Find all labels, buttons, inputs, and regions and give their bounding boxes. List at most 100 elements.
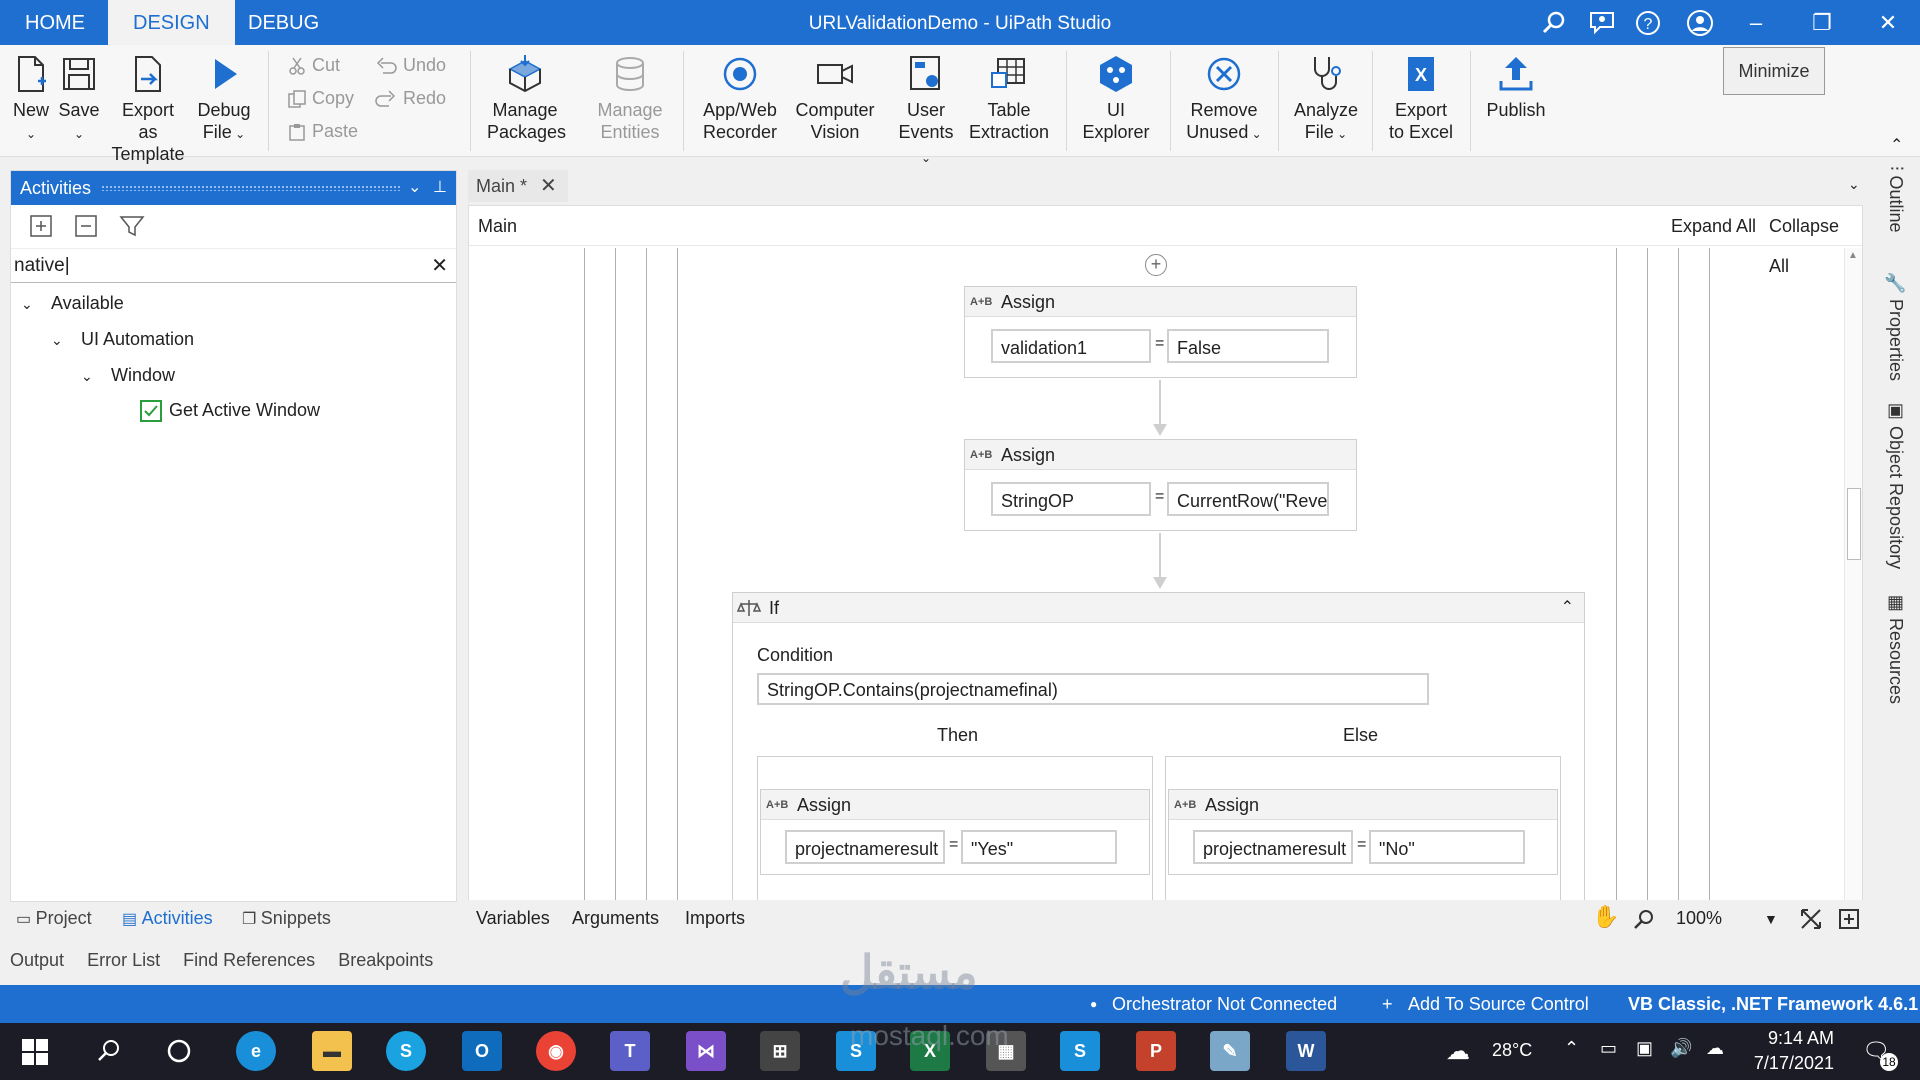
outlook-icon[interactable]: O	[462, 1031, 502, 1071]
else-assign-activity[interactable]: A+B Assign projectnameresult = "No"	[1168, 789, 1558, 875]
tray-chevron-icon[interactable]: ⌃	[1564, 1038, 1579, 1059]
temperature[interactable]: 28°C	[1492, 1040, 1532, 1061]
computer-vision-button[interactable]: Computer Vision	[792, 53, 878, 143]
tab-variables[interactable]: Variables	[476, 908, 550, 929]
teams-icon[interactable]: T	[610, 1031, 650, 1071]
rail-resources[interactable]: ▦ Resources	[1885, 592, 1907, 704]
rail-outline[interactable]: ⫶ Outline	[1885, 166, 1906, 233]
assign-value-field[interactable]: "No"	[1369, 830, 1525, 864]
store-icon[interactable]: ⊞	[760, 1031, 800, 1071]
remove-unused-button[interactable]: Remove Unused ⌄	[1185, 53, 1263, 145]
panel-dropdown-icon[interactable]: ⌄	[408, 171, 421, 205]
onedrive-icon[interactable]: ☁	[1706, 1038, 1724, 1059]
breadcrumb[interactable]: Main	[478, 206, 517, 246]
new-button[interactable]: New ⌄	[10, 53, 52, 145]
then-assign-activity[interactable]: A+B Assign projectnameresult = "Yes"	[760, 789, 1150, 875]
uipath-studio-icon[interactable]: S	[1060, 1031, 1100, 1071]
windows-start-icon[interactable]	[22, 1039, 48, 1065]
feedback-icon[interactable]	[1588, 9, 1616, 37]
export-to-excel-button[interactable]: X Export to Excel	[1385, 53, 1457, 143]
document-tab-main[interactable]: Main * ✕	[468, 170, 568, 202]
framework-status[interactable]: VB Classic, .NET Framework 4.6.1	[1628, 985, 1918, 1023]
assign-value-field[interactable]: False	[1167, 329, 1329, 363]
table-extraction-button[interactable]: Table Extraction	[965, 53, 1053, 143]
battery-icon[interactable]: ▭	[1600, 1038, 1617, 1059]
clock-time[interactable]: 9:14 AM	[1754, 1028, 1834, 1049]
account-icon[interactable]	[1686, 9, 1714, 37]
tree-item-ui-automation[interactable]: ⌄ UI Automation	[51, 328, 194, 351]
assign-to-field[interactable]: projectnameresult	[1193, 830, 1353, 864]
close-tab-icon[interactable]: ✕	[540, 175, 557, 197]
file-explorer-icon[interactable]: ▬	[312, 1031, 352, 1071]
paste-button[interactable]: Paste	[288, 121, 358, 142]
assign-to-field[interactable]: StringOP	[991, 482, 1151, 516]
orchestrator-status[interactable]: Orchestrator Not Connected	[1112, 985, 1337, 1023]
clock-date[interactable]: 7/17/2021	[1744, 1053, 1834, 1074]
help-icon[interactable]: ?	[1634, 9, 1662, 37]
add-to-source-control[interactable]: Add To Source Control	[1408, 985, 1589, 1023]
close-button[interactable]: ✕	[1857, 0, 1919, 45]
zoom-icon[interactable]	[1633, 908, 1655, 930]
overview-icon[interactable]	[1838, 908, 1860, 930]
task-view-icon[interactable]	[166, 1038, 192, 1064]
hand-icon[interactable]: ✋	[1592, 904, 1619, 930]
tree-item-get-active-window[interactable]: Get Active Window	[139, 399, 320, 423]
rail-object-repository[interactable]: ▣ Object Repository	[1885, 400, 1907, 569]
tab-imports[interactable]: Imports	[685, 908, 745, 929]
assign-activity-1[interactable]: A+B Assign validation1 = False	[964, 286, 1357, 378]
tab-find-references[interactable]: Find References	[183, 950, 315, 970]
visual-studio-icon[interactable]: ⋈	[686, 1031, 726, 1071]
copy-button[interactable]: Copy	[288, 88, 354, 109]
assign-activity-2[interactable]: A+B Assign StringOP = CurrentRow("Rever	[964, 439, 1357, 531]
assign-value-field[interactable]: CurrentRow("Rever	[1167, 482, 1329, 516]
zoom-dropdown-icon[interactable]: ▼	[1764, 911, 1778, 927]
user-events-button[interactable]: User Events ⌄	[895, 53, 957, 169]
tabs-dropdown-icon[interactable]: ⌄	[1848, 176, 1860, 193]
tab-home[interactable]: HOME	[0, 0, 110, 45]
weather-icon[interactable]: ☁	[1446, 1037, 1470, 1066]
undo-button[interactable]: Undo	[375, 55, 446, 76]
if-activity[interactable]: If ⌃ Condition StringOP.Contains(project…	[732, 592, 1585, 929]
manage-packages-button[interactable]: Manage Packages	[487, 53, 566, 143]
skype-icon[interactable]: S	[386, 1031, 426, 1071]
pin-icon[interactable]: ⊥	[433, 171, 447, 205]
clear-search-icon[interactable]: ✕	[431, 249, 448, 283]
network-icon[interactable]: ▣	[1636, 1038, 1653, 1059]
fit-to-screen-icon[interactable]	[1800, 908, 1822, 930]
redo-button[interactable]: Redo	[375, 88, 446, 109]
edge-icon[interactable]: e	[236, 1031, 276, 1071]
assign-to-field[interactable]: validation1	[991, 329, 1151, 363]
search-icon[interactable]	[1540, 9, 1568, 37]
tab-output[interactable]: Output	[10, 950, 64, 970]
tab-debug[interactable]: DEBUG	[223, 0, 344, 45]
designer-canvas[interactable]: + A+B Assign validation1 = False A+B Assig…	[469, 248, 1844, 929]
expand-all-icon[interactable]	[29, 214, 53, 238]
analyze-file-button[interactable]: Analyze File ⌄	[1292, 53, 1360, 145]
cut-button[interactable]: Cut	[288, 55, 340, 76]
tab-breakpoints[interactable]: Breakpoints	[338, 950, 433, 970]
assign-to-field[interactable]: projectnameresult	[785, 830, 945, 864]
volume-icon[interactable]: 🔊	[1670, 1038, 1692, 1059]
zoom-level[interactable]: 100%	[1676, 908, 1722, 929]
save-button[interactable]: Save ⌄	[58, 53, 100, 145]
tree-item-window[interactable]: ⌄ Window	[81, 364, 175, 387]
minimize-button[interactable]: –	[1725, 0, 1787, 45]
debug-file-button[interactable]: Debug File ⌄	[196, 53, 252, 145]
tree-item-available[interactable]: ⌄ Available	[21, 292, 124, 315]
tab-activities[interactable]: ▤ Activities	[122, 908, 213, 929]
collapse-if-icon[interactable]: ⌃	[1561, 593, 1574, 623]
export-as-template-button[interactable]: Export as Template	[110, 53, 186, 165]
taskbar-search-icon[interactable]	[96, 1038, 122, 1064]
scroll-up-icon[interactable]: ▲	[1848, 250, 1858, 261]
collapse-ribbon-icon[interactable]: ⌃	[1890, 135, 1903, 155]
manage-entities-button[interactable]: Manage Entities	[592, 53, 668, 143]
designer-scrollbar[interactable]: ▲ ▼	[1844, 248, 1862, 929]
filter-icon[interactable]	[119, 214, 145, 238]
rail-properties[interactable]: 🔧 Properties	[1885, 272, 1907, 381]
add-activity-icon[interactable]: +	[1145, 254, 1167, 276]
tab-snippets[interactable]: ❐ Snippets	[242, 908, 331, 929]
condition-field[interactable]: StringOP.Contains(projectnamefinal)	[757, 673, 1429, 705]
chrome-icon[interactable]: ◉	[536, 1031, 576, 1071]
tab-arguments[interactable]: Arguments	[572, 908, 659, 929]
tab-project[interactable]: ▭ Project	[16, 908, 92, 929]
